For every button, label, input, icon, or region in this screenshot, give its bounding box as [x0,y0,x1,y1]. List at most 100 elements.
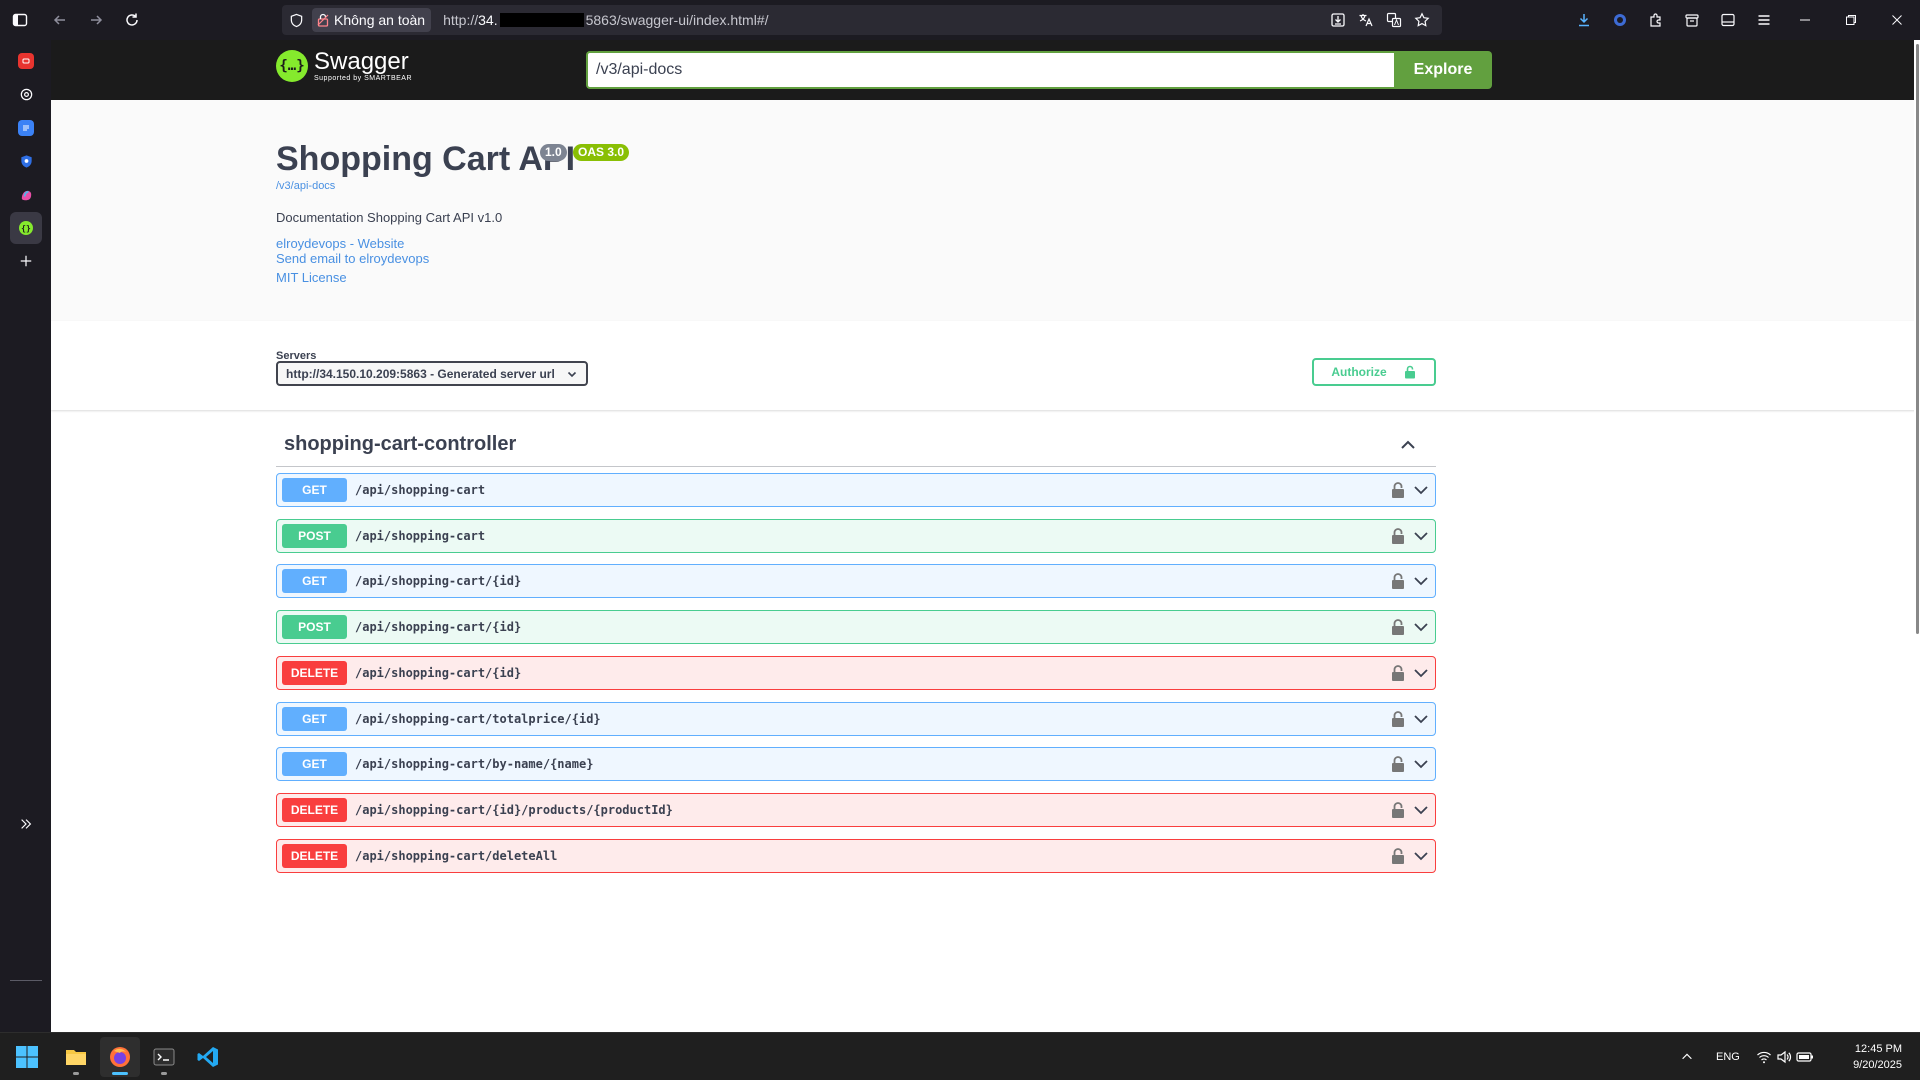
page-content: {…} Swagger Supported by SMARTBEAR /v3/a… [51,40,1920,1032]
lock-icon[interactable] [1391,801,1405,819]
chevron-down-icon[interactable] [1413,756,1429,772]
tracking-shield-icon[interactable] [282,5,310,35]
url-actions [1324,5,1436,35]
connection-not-secure-indicator[interactable]: Không an toàn [312,8,432,32]
sidebar-panel-icon[interactable] [1710,0,1746,40]
servers-selected-value: http://34.150.10.209:5863 - Generated se… [286,366,555,381]
page-scrollbar-thumb[interactable] [1916,44,1919,634]
version-badge: 1.0 [540,144,567,161]
minimize-button[interactable] [1782,0,1828,40]
chevron-up-icon[interactable] [1398,435,1418,455]
lock-icon[interactable] [1391,847,1405,865]
page-scrollbar[interactable] [1914,40,1920,1032]
operation-delete-row[interactable]: DELETE/api/shopping-cart/{id}/products/{… [276,793,1436,827]
close-button[interactable] [1874,0,1920,40]
copilot-icon [21,190,31,200]
authorize-button[interactable]: Authorize [1312,358,1436,386]
sidebar-app-item[interactable] [10,145,42,177]
swagger-logo[interactable]: {…} Swagger Supported by SMARTBEAR [276,50,412,82]
api-info-section: Shopping Cart API 1.0 OAS 3.0 /v3/api-do… [51,100,1920,321]
operation-delete-row[interactable]: DELETE/api/shopping-cart/deleteAll [276,839,1436,873]
sidebar-app-item[interactable] [10,78,42,110]
chevron-up-icon[interactable] [1680,1050,1694,1064]
chevron-down-icon[interactable] [1413,802,1429,818]
operation-get-row[interactable]: GET/api/shopping-cart/totalprice/{id} [276,702,1436,736]
lock-icon[interactable] [1391,755,1405,773]
browser-right-tools [1566,0,1920,40]
lock-icon[interactable] [1391,481,1405,499]
chevron-down-icon[interactable] [1413,848,1429,864]
address-bar[interactable]: Không an toàn http://34. 5863/swagger-ui/… [282,5,1442,35]
sidebar-app-item-active[interactable]: {} [10,212,42,244]
lock-icon[interactable] [1391,618,1405,636]
tag-header[interactable]: shopping-cart-controller [276,423,1436,467]
oas-badge: OAS 3.0 [573,144,630,161]
forward-icon[interactable] [78,0,114,40]
chevron-down-icon[interactable] [1413,665,1429,681]
chevron-down-icon[interactable] [1413,528,1429,544]
operation-post-row[interactable]: POST/api/shopping-cart/{id} [276,610,1436,644]
containers-icon[interactable] [1674,0,1710,40]
security-label: Không an toàn [334,12,426,28]
taskbar-firefox[interactable] [100,1037,140,1077]
taskbar-terminal[interactable] [144,1037,184,1077]
sidebar-add-button[interactable] [10,245,42,277]
lock-icon[interactable] [1391,527,1405,545]
restore-button[interactable] [1828,0,1874,40]
method-badge: POST [282,524,347,548]
unlock-icon [1404,365,1415,379]
operation-get-row[interactable]: GET/api/shopping-cart/by-name/{name} [276,747,1436,781]
translate-icon[interactable] [1352,5,1380,35]
servers-select[interactable]: http://34.150.10.209:5863 - Generated se… [276,361,588,386]
extensions-icon[interactable] [1638,0,1674,40]
volume-icon[interactable] [1776,1049,1792,1065]
sidebar-app-item[interactable] [10,45,42,77]
email-link[interactable]: Send email to elroydevops [276,251,429,266]
swagger-topbar: {…} Swagger Supported by SMARTBEAR /v3/a… [51,40,1920,100]
authorize-label: Authorize [1331,365,1387,379]
downloads-icon[interactable] [1566,0,1602,40]
battery-icon[interactable] [1796,1049,1814,1065]
lock-icon[interactable] [1391,710,1405,728]
swagger-logo-icon: {…} [276,50,308,82]
license-link[interactable]: MIT License [276,270,347,285]
clock[interactable]: 12:45 PM 9/20/2025 [1853,1041,1902,1073]
url-text[interactable]: http://34. 5863/swagger-ui/index.html#/ [443,12,768,28]
browser-sidebar: {} [0,40,51,1032]
terminal-icon [153,1048,175,1066]
taskbar-file-explorer[interactable] [56,1037,96,1077]
language-indicator[interactable]: ENG [1716,1051,1740,1063]
bookmark-star-icon[interactable] [1408,5,1436,35]
sidebar-app-item[interactable] [10,112,42,144]
wifi-icon[interactable] [1756,1049,1772,1065]
taskbar-vscode[interactable] [188,1037,228,1077]
sidebar-toggle-icon[interactable] [2,0,38,40]
notes-icon [18,120,34,136]
back-icon[interactable] [42,0,78,40]
api-description: Documentation Shopping Cart API v1.0 [276,210,503,225]
operation-delete-row[interactable]: DELETE/api/shopping-cart/{id} [276,656,1436,690]
chevron-down-icon[interactable] [1413,711,1429,727]
chevron-down-icon[interactable] [1413,573,1429,589]
operation-get-row[interactable]: GET/api/shopping-cart [276,473,1436,507]
explore-button[interactable]: Explore [1394,51,1492,89]
website-link[interactable]: elroydevops - Website [276,236,404,251]
sidebar-expand-button[interactable] [10,808,42,840]
chevron-down-icon[interactable] [1413,482,1429,498]
chevron-down-icon[interactable] [1413,619,1429,635]
method-badge: DELETE [282,661,347,685]
translate-page-icon[interactable] [1380,5,1408,35]
save-page-icon[interactable] [1324,5,1352,35]
start-button[interactable] [7,1037,47,1077]
reload-icon[interactable] [114,0,150,40]
menu-icon[interactable] [1746,0,1782,40]
lock-icon[interactable] [1391,572,1405,590]
account-icon[interactable] [1602,0,1638,40]
lock-icon[interactable] [1391,664,1405,682]
broken-lock-icon [317,13,329,27]
spec-url-input[interactable]: /v3/api-docs [586,51,1394,89]
api-docs-link[interactable]: /v3/api-docs [276,180,335,192]
operation-get-row[interactable]: GET/api/shopping-cart/{id} [276,564,1436,598]
sidebar-app-item[interactable] [10,179,42,211]
operation-post-row[interactable]: POST/api/shopping-cart [276,519,1436,553]
